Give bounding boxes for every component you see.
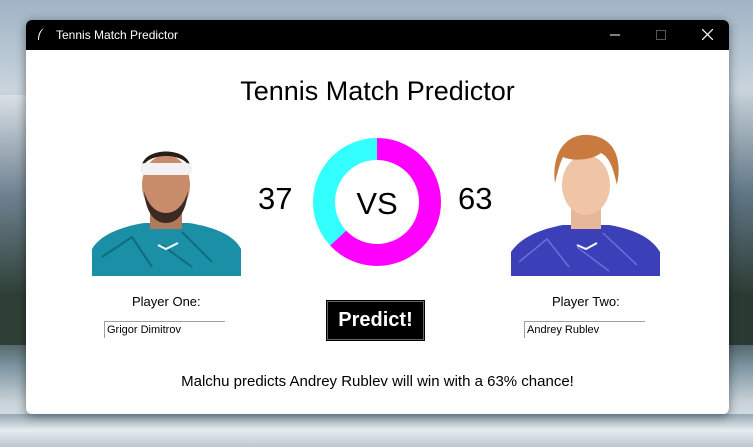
player-two-photo <box>511 127 660 276</box>
player-one-photo <box>92 127 241 276</box>
minimize-button[interactable] <box>592 20 638 50</box>
player-two-percentage: 63 <box>458 181 493 216</box>
player-one-percentage: 37 <box>258 181 293 216</box>
maximize-button[interactable] <box>638 20 684 50</box>
close-icon <box>701 28 713 41</box>
maximize-icon <box>656 30 666 40</box>
player-one-name-input[interactable] <box>104 321 225 338</box>
window-title: Tennis Match Predictor <box>56 28 179 42</box>
vs-label: VS <box>356 186 397 221</box>
player-two-name-input[interactable] <box>524 321 645 338</box>
predict-button[interactable]: Predict! <box>326 300 425 341</box>
title-bar[interactable]: Tennis Match Predictor <box>26 20 729 50</box>
desktop-background-right <box>727 95 753 345</box>
minimize-icon <box>610 34 620 36</box>
prediction-result: Malchu predicts Andrey Rublev will win w… <box>181 373 574 390</box>
desktop-background-water <box>0 414 753 447</box>
page-title: Tennis Match Predictor <box>240 76 515 106</box>
app-window: Tennis Match Predictor Tennis Match Pred… <box>26 20 729 414</box>
close-button[interactable] <box>684 20 729 50</box>
player-one-label: Player One: <box>132 294 201 309</box>
feather-icon <box>38 28 44 40</box>
win-probability-donut: VS <box>313 138 441 266</box>
player-two-label: Player Two: <box>552 294 620 309</box>
